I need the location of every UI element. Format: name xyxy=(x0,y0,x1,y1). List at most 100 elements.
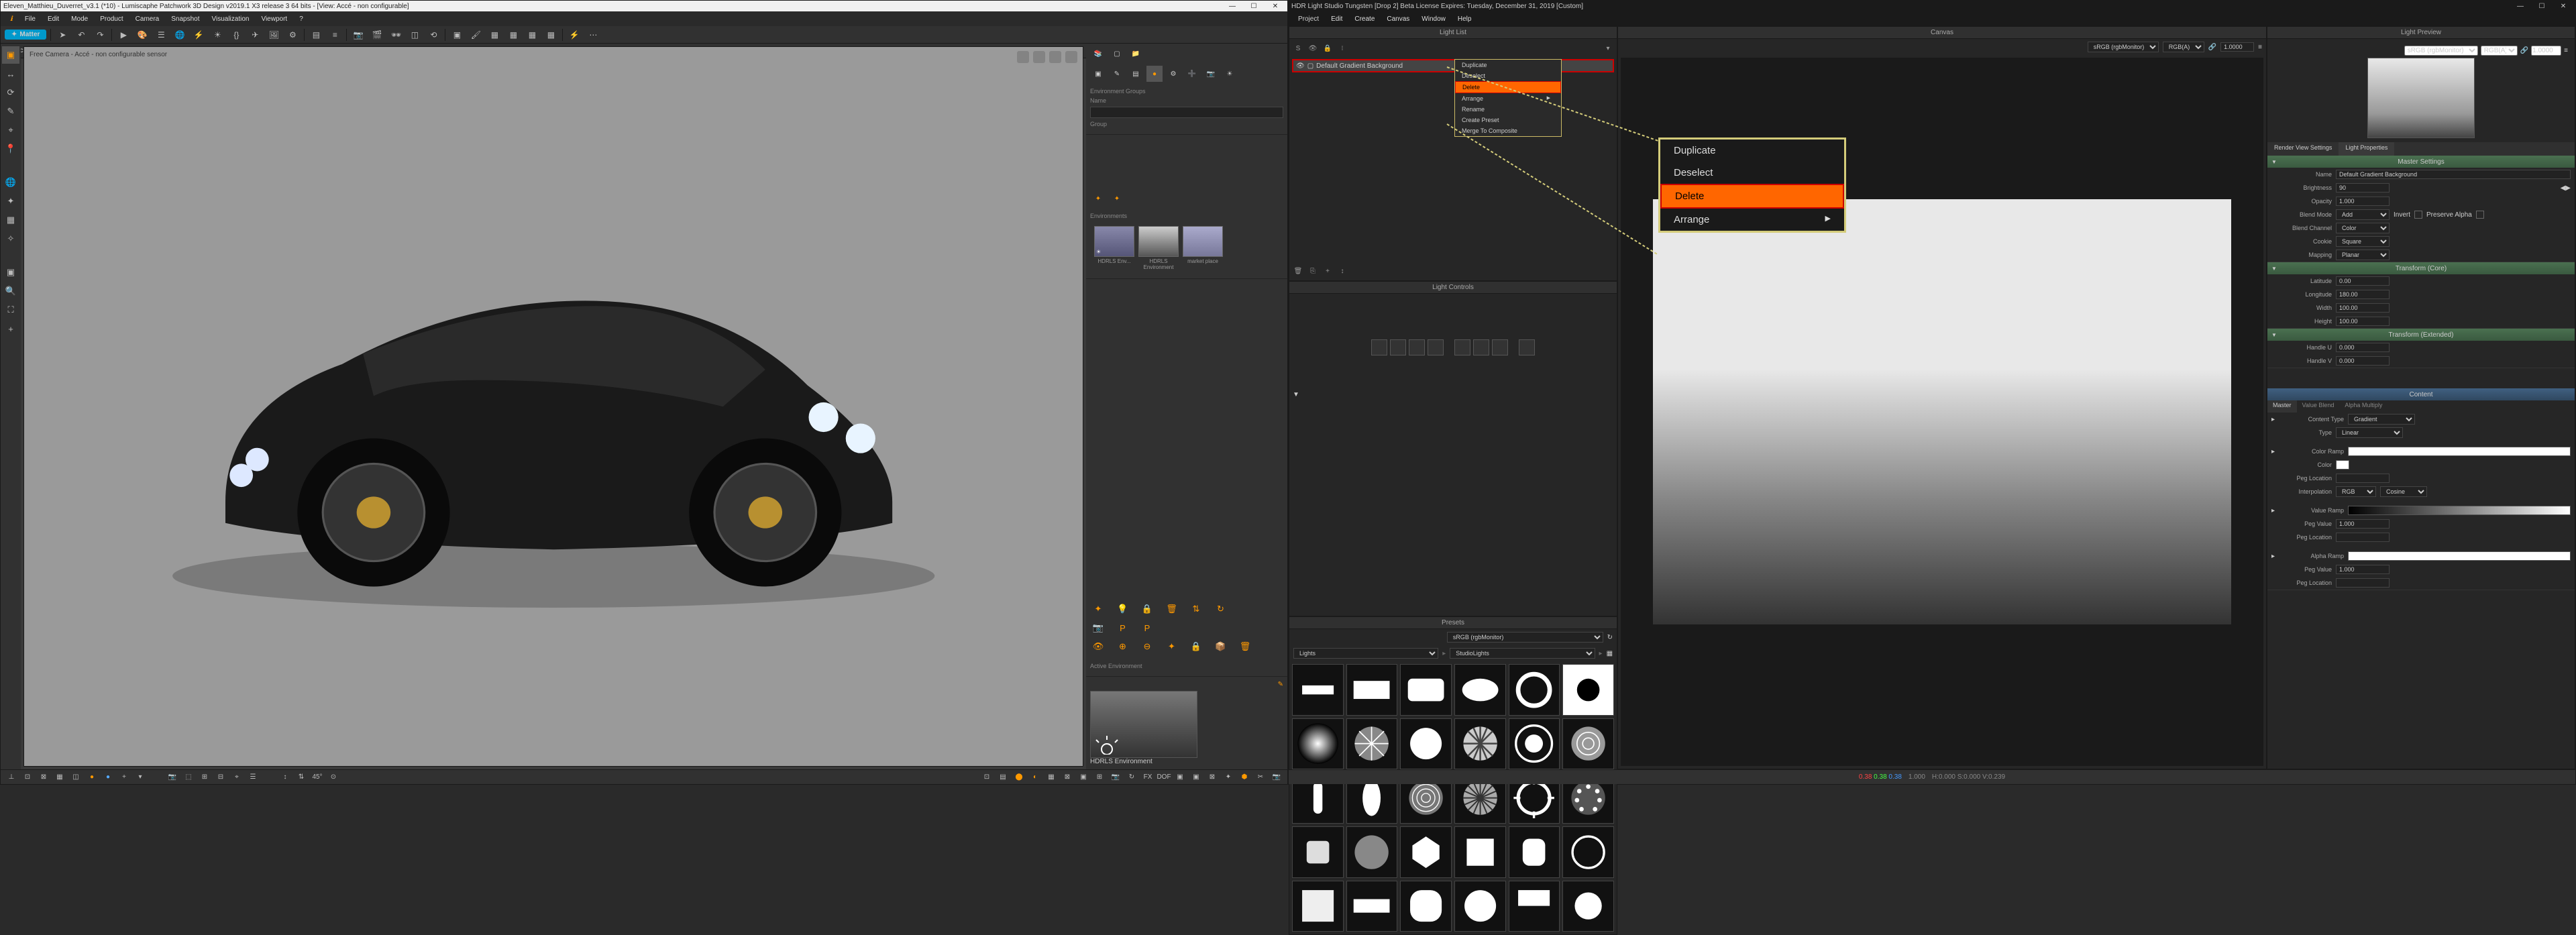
tool-snap3-icon[interactable]: ▦ xyxy=(525,28,539,42)
canvas-menu-icon[interactable]: ≡ xyxy=(2258,44,2262,51)
sb-12-icon[interactable]: ⊞ xyxy=(198,771,211,783)
zoom-arrange[interactable]: Arrange xyxy=(1660,209,1844,231)
lp-mode-select[interactable]: RGB(A) xyxy=(2481,46,2518,56)
ptab-lib-icon[interactable]: 📚 xyxy=(1090,46,1106,62)
ll-mv-icon[interactable]: ↕ xyxy=(1336,265,1348,277)
light-row-selected[interactable]: 👁 ▢ Default Gradient Background Duplicat… xyxy=(1292,59,1614,72)
ico-10[interactable]: 👁 xyxy=(1090,639,1106,655)
preset-thumb[interactable] xyxy=(1454,881,1506,932)
atab-5-icon[interactable]: ⚙ xyxy=(1165,66,1181,82)
menu-product[interactable]: Product xyxy=(95,14,128,24)
menu-create[interactable]: Create xyxy=(1349,14,1380,24)
handlev-field[interactable] xyxy=(2336,356,2390,366)
ctx-merge[interactable]: Merge To Composite xyxy=(1455,125,1561,136)
name-field[interactable] xyxy=(2336,170,2571,179)
ico-5[interactable]: ⇅ xyxy=(1188,601,1204,617)
color-ramp[interactable] xyxy=(2348,447,2571,456)
maximize-button[interactable]: ☐ xyxy=(1244,1,1263,11)
width-field[interactable] xyxy=(2336,303,2390,313)
zoom-duplicate[interactable]: Duplicate xyxy=(1660,140,1844,162)
blendmode-select[interactable]: Add xyxy=(2336,209,2390,220)
alpha-ramp[interactable] xyxy=(2348,551,2571,561)
hud-icon[interactable] xyxy=(1049,51,1061,63)
preset-thumb[interactable] xyxy=(1400,826,1452,878)
sb-26-icon[interactable]: ▣ xyxy=(1077,771,1090,783)
sb-13-icon[interactable]: ⊟ xyxy=(214,771,227,783)
lp-menu-icon[interactable]: ≡ xyxy=(2564,47,2568,54)
menu-snapshot[interactable]: Snapshot xyxy=(166,14,205,24)
preset-refresh-icon[interactable]: ↻ xyxy=(1607,634,1613,641)
sb-9-icon[interactable]: ▾ xyxy=(133,771,147,783)
env-thumb-1[interactable]: HDRLS Environment xyxy=(1138,226,1179,270)
ico-11[interactable]: ⊕ xyxy=(1115,639,1131,655)
sb-6-icon[interactable]: ● xyxy=(85,771,99,783)
preset-thumb[interactable] xyxy=(1562,881,1614,932)
eye-icon[interactable]: 👁 xyxy=(1296,62,1305,70)
vtool-pick-icon[interactable]: ✎ xyxy=(2,103,19,120)
preset-thumb[interactable] xyxy=(1562,826,1614,878)
vtool-fit-icon[interactable]: ⛶ xyxy=(2,301,19,319)
ctx-arrange[interactable]: Arrange xyxy=(1455,93,1561,104)
sb-36-icon[interactable]: ⬢ xyxy=(1238,771,1251,783)
vtool-global-icon[interactable]: 🌐 xyxy=(2,174,19,191)
tool-paint-icon[interactable]: 🖌 xyxy=(468,28,483,42)
pencil-icon[interactable]: ✎ xyxy=(1278,681,1283,688)
ctx-delete[interactable]: Delete xyxy=(1455,81,1561,93)
atab-6-icon[interactable]: ➕ xyxy=(1184,66,1200,82)
contenttype-select[interactable]: Gradient xyxy=(2348,414,2415,425)
content-header[interactable]: ▼Content xyxy=(2267,388,2575,400)
maximize-button[interactable]: ☐ xyxy=(2532,1,2551,11)
preset-thumb[interactable] xyxy=(1292,718,1344,770)
sb-15-icon[interactable]: ☰ xyxy=(246,771,260,783)
preset-thumb[interactable] xyxy=(1292,664,1344,716)
env-act1-icon[interactable]: ✦ xyxy=(1090,190,1106,207)
preset-thumb[interactable] xyxy=(1454,664,1506,716)
ctl-2-icon[interactable] xyxy=(1390,339,1406,355)
menu-help[interactable]: ? xyxy=(294,14,309,24)
sb-20-icon[interactable]: ⊡ xyxy=(980,771,994,783)
vtool-select-icon[interactable]: ▣ xyxy=(2,46,19,64)
blendchannel-select[interactable]: Color xyxy=(2336,223,2390,233)
sb-19-icon[interactable]: ⊙ xyxy=(327,771,340,783)
sb-32-icon[interactable]: ▣ xyxy=(1173,771,1187,783)
name-field[interactable] xyxy=(1090,107,1283,118)
minimize-button[interactable]: — xyxy=(1223,1,1242,11)
ico-16[interactable]: 🗑 xyxy=(1237,639,1253,655)
tool-undo-icon[interactable]: ↶ xyxy=(74,28,89,42)
tool-code-icon[interactable]: {} xyxy=(229,28,244,42)
type-select[interactable]: Linear xyxy=(2336,427,2403,438)
tool-palette-icon[interactable]: 🎨 xyxy=(135,28,150,42)
sb-18-icon[interactable]: 45° xyxy=(311,771,324,783)
menu-mode[interactable]: Mode xyxy=(66,14,93,24)
vtool-axis-icon[interactable]: ✦ xyxy=(2,192,19,210)
active-env-thumb[interactable] xyxy=(1090,691,1197,758)
ctx-create-preset[interactable]: Create Preset xyxy=(1455,115,1561,125)
preset-thumb[interactable] xyxy=(1509,826,1560,878)
sb-5-icon[interactable]: ◫ xyxy=(69,771,83,783)
tool-play-icon[interactable]: ▶ xyxy=(116,28,131,42)
preset-thumb[interactable] xyxy=(1400,664,1452,716)
viewport[interactable]: Free Camera - Accé - non configurable se… xyxy=(23,46,1083,767)
preset-thumb[interactable] xyxy=(1454,718,1506,770)
menu-file[interactable]: File xyxy=(19,14,41,24)
ico-4[interactable]: 🗑 xyxy=(1164,601,1180,617)
vtool-plus-icon[interactable]: + xyxy=(2,320,19,337)
lp-val-field[interactable] xyxy=(2531,46,2561,56)
lp-link-icon[interactable]: 🔗 xyxy=(2520,47,2528,54)
vtool-pin-icon[interactable]: 📍 xyxy=(2,140,19,158)
preset-thumb[interactable] xyxy=(1400,718,1452,770)
ico-8[interactable]: P xyxy=(1115,620,1131,636)
sb-1-icon[interactable]: ⊥ xyxy=(5,771,18,783)
preset-thumb[interactable] xyxy=(1346,826,1398,878)
canvas-link-icon[interactable]: 🔗 xyxy=(2208,44,2216,51)
vtool-rotate-icon[interactable]: ⟳ xyxy=(2,84,19,101)
zoom-deselect[interactable]: Deselect xyxy=(1660,162,1844,184)
interp-b-select[interactable]: Cosine xyxy=(2380,486,2427,497)
sb-22-icon[interactable]: ⬤ xyxy=(1012,771,1026,783)
subtab-valueblend[interactable]: Value Blend xyxy=(2297,400,2340,412)
canvas-val-field[interactable] xyxy=(2220,42,2254,52)
tool-list-icon[interactable]: ☰ xyxy=(154,28,168,42)
tool-plane-icon[interactable]: ✈ xyxy=(248,28,262,42)
ico-2[interactable]: 💡 xyxy=(1115,601,1131,617)
ico-6[interactable]: ↻ xyxy=(1213,601,1229,617)
